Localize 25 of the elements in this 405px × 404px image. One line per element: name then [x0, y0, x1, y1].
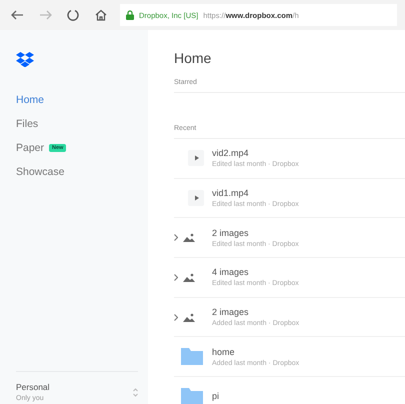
image-icon: [183, 312, 195, 322]
back-arrow-icon[interactable]: [10, 10, 24, 20]
play-icon: [188, 150, 204, 166]
lock-icon: [126, 10, 134, 20]
image-icon: [183, 233, 195, 242]
folder-icon: [181, 388, 203, 404]
dropbox-logo-icon: [16, 52, 34, 67]
file-name[interactable]: 2 images: [212, 228, 299, 238]
chevron-right-icon[interactable]: [174, 314, 178, 321]
file-name[interactable]: 4 images: [212, 267, 299, 278]
chevron-right-icon[interactable]: [174, 234, 178, 242]
chevron-right-icon[interactable]: [174, 274, 178, 281]
image-icon: [183, 272, 195, 282]
file-name[interactable]: 2 images: [212, 307, 300, 318]
sidebar-item[interactable]: Home: [16, 91, 44, 108]
file-name[interactable]: pi: [212, 391, 220, 402]
file-name[interactable]: vid2.mp4: [212, 148, 299, 158]
sidebar-item[interactable]: Showcase: [16, 163, 64, 180]
sidebar-item[interactable]: Files: [16, 115, 38, 132]
play-icon: [188, 190, 204, 206]
account-name: Personal: [16, 382, 50, 392]
folder-icon: [181, 348, 203, 366]
file-name[interactable]: vid1.mp4: [212, 188, 299, 198]
page-title: Home: [174, 50, 212, 66]
file-name[interactable]: home: [212, 346, 300, 357]
